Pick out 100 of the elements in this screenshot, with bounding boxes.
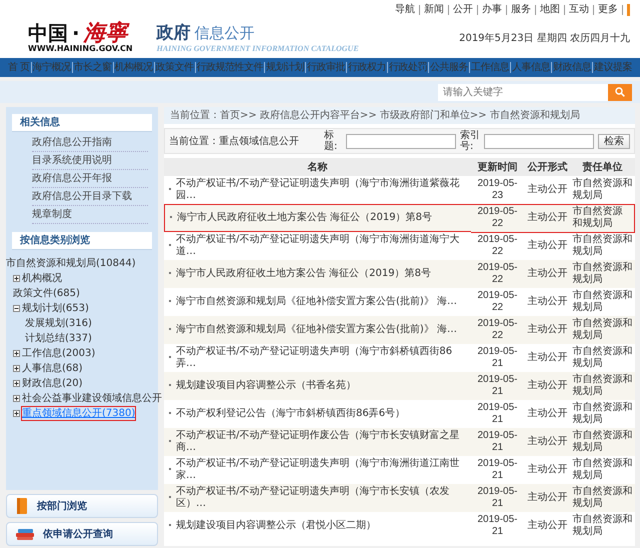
table-cell: 市自然资源和规划局 [570,512,634,540]
title-field[interactable] [346,134,456,148]
sidebar-link[interactable]: 规章制度 [32,206,148,224]
table-cell: 2019-05-21 [470,428,524,456]
tree-item[interactable]: 重点领域信息公开(7380) [22,407,136,420]
breadcrumb-text: 当前位置：首页>> 政府信息公开内容平台>> 市级政府部门和单位>> 市自然资源和规划局 [164,107,635,124]
table-cell: 市自然资源和规划局 [570,288,634,316]
table-cell: 市自然资源和规划局 [570,400,634,428]
tree-item[interactable]: 财政信息(20) [22,377,83,390]
site-url: WWW.HAINING.GOV.CN [28,44,133,54]
logo-calligraphy: 海寧 [84,22,128,44]
section-heading: 相关信息 [12,114,152,132]
top-link[interactable]: 新闻 [420,5,449,15]
table-cell: 市自然资源和规划局 [570,260,634,288]
location-text: 当前位置：重点领域信息公开 [169,136,299,146]
sidebar-link[interactable]: 政府信息公开年报 [32,170,148,188]
table-cell: 2019-05-22 [470,260,524,288]
table-cell: 2019-05-21 [470,456,524,484]
document-link[interactable]: 不动产权证书/不动产登记证明遗失声明（海宁市斜桥镇西街86弄… [176,346,468,370]
column-header: 更新时间 [470,158,524,176]
book-icon [15,497,29,515]
tree-item[interactable]: 政策文件(685) [13,287,80,300]
table-cell: 2019-05-21 [470,372,524,400]
table-cell: 主动公开 [524,400,570,428]
document-link[interactable]: 不动产权证书/不动产登记证明遗失声明（海宁市海洲街道江南世家… [176,458,468,482]
top-link[interactable]: 公开 [449,5,478,15]
table-cell: 主动公开 [524,204,570,232]
top-link[interactable]: 办事 [478,5,507,15]
expand-icon[interactable] [13,365,20,372]
accent-bar [627,4,630,16]
table-cell: 2019-05-22 [470,232,524,260]
table-cell: 市自然资源和规划局 [570,344,634,372]
expand-icon[interactable] [13,275,20,282]
search-field[interactable]: 请输入关键字 [438,84,608,100]
tree-item[interactable]: 规划计划(653) [22,302,89,315]
sidebar-button[interactable]: 依申请公开查询 [6,522,158,546]
search-icon [615,87,625,97]
table-cell: 市自然资源和规划局 [570,176,634,204]
search-button[interactable]: 检索 [598,134,630,148]
field-label: 标题: [324,130,338,152]
date-text: 2019年5月23日 星期四 农历四月十九 [459,32,630,45]
tree-item[interactable]: 机构概况 [22,272,62,285]
tree-item[interactable]: 社会公益事业建设领域信息公开 [22,392,162,405]
column-header: 公开形式 [524,158,570,176]
table-cell: 2019-05-22 [470,316,524,344]
document-link[interactable]: 海宁市自然资源和规划局《征地补偿安置方案公告(批前)》 海… [176,296,457,308]
sidebar-link[interactable]: 目录系统使用说明 [32,152,148,170]
table-cell: 市自然资源和规划局 [570,372,634,400]
section-heading: 按信息类别浏览 [12,232,152,250]
tree-item[interactable]: 计划总结(337) [25,332,92,345]
column-header: 责任单位 [570,158,634,176]
table-cell: 2019-05-22 [470,288,524,316]
table-cell: 2019-05-23 [470,176,524,204]
tree-item[interactable]: 人事信息(68) [22,362,83,375]
table-cell: 主动公开 [524,456,570,484]
top-link[interactable]: 服务 [507,5,536,15]
logo-dot: · [72,22,80,43]
table-cell: 市自然资源和规划局 [570,484,634,512]
table-cell: 主动公开 [524,232,570,260]
tree-item[interactable]: 市自然资源和规划局(10844) [6,257,136,270]
table-cell: 主动公开 [524,176,570,204]
table-cell: 主动公开 [524,512,570,540]
table-cell: 2019-05-21 [470,344,524,372]
expand-icon[interactable] [13,395,20,402]
sidebar-link[interactable]: 政府信息公开目录下载 [32,188,148,206]
sidebar-link[interactable]: 政府信息公开指南 [32,134,148,152]
expand-icon[interactable] [13,410,20,417]
page-title: 政府 [156,22,191,44]
table-cell: 主动公开 [524,260,570,288]
sidebar-button[interactable]: 按部门浏览 [6,494,158,518]
expand-icon[interactable] [13,380,20,387]
column-header: 名称 [164,158,470,176]
table-cell: 主动公开 [524,372,570,400]
books-icon [15,527,35,541]
tree-item[interactable]: 发展规划(316) [25,317,92,330]
table-cell: 市自然资源和规划局 [570,316,634,344]
document-link[interactable]: 规划建设项目内容调整公示（君悦小区二期） [176,520,376,532]
top-link[interactable]: 互动 [565,5,594,15]
top-link[interactable]: 更多 [594,5,623,15]
collapse-icon[interactable] [13,305,20,312]
top-link[interactable]: 导航 [391,5,420,15]
tree-item[interactable]: 工作信息(2003) [22,347,96,360]
table-cell: 主动公开 [524,344,570,372]
expand-icon[interactable] [13,350,20,357]
table-cell: 主动公开 [524,484,570,512]
page-subtitle: 信息公开 [194,24,255,44]
index-field[interactable] [484,134,594,148]
table-cell: 主动公开 [524,288,570,316]
table-cell: 2019-05-21 [470,400,524,428]
document-link[interactable]: 不动产权证书/不动产登记证明遗失声明（海宁市海洲街道紫薇花园… [176,178,468,202]
search-button[interactable] [608,84,632,100]
document-link[interactable]: 不动产权证书/不动产登记证明遗失声明（海宁市海洲街道海宁大道… [176,234,468,258]
english-title: HAINING GOVERNMENT INFORMATION CATALOGUE [156,44,359,54]
table-cell: 2019-05-22 [470,204,524,232]
table-cell: 2019-05-21 [470,484,524,512]
table-cell: 主动公开 [524,316,570,344]
table-cell: 市自然资源和规划局 [570,456,634,484]
logo-text: 中国 [28,22,68,43]
top-link[interactable]: 地图 [536,5,565,15]
document-link[interactable]: 不动产权利登记公告（海宁市斜桥镇西街86弄6号） [176,408,406,420]
